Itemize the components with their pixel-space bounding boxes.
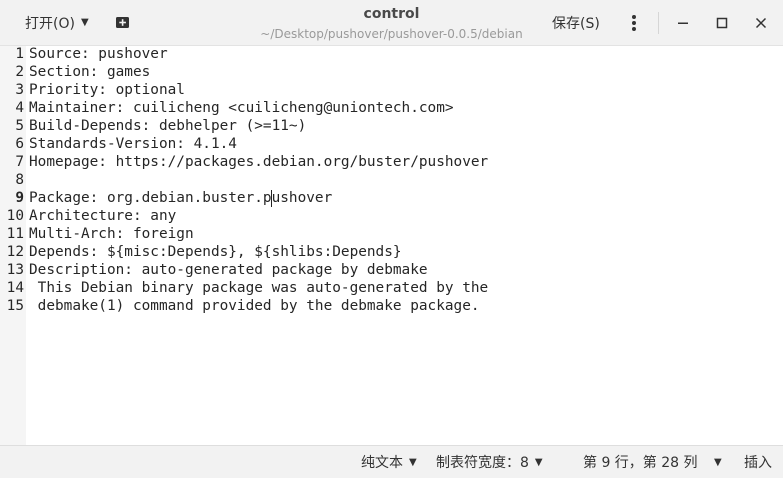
line-number: 3 <box>15 82 24 98</box>
cursor-position-label: 第 9 行，第 28 列 <box>583 455 698 471</box>
line-text[interactable]: Depends: ${misc:Depends}, ${shlibs:Depen… <box>29 243 402 261</box>
line-text[interactable]: Multi-Arch: foreign <box>29 225 194 243</box>
editor-line[interactable]: 6 Standards-Version: 4.1.4 <box>0 135 783 153</box>
line-text[interactable]: Build-Depends: debhelper (>=11~) <box>29 117 306 135</box>
line-text[interactable]: Description: auto-generated package by d… <box>29 261 428 279</box>
line-number: 7 <box>15 154 24 170</box>
open-button[interactable]: 打开(O) ▼ <box>17 8 97 37</box>
header-separator <box>658 12 659 34</box>
editor-line[interactable]: 5 Build-Depends: debhelper (>=11~) <box>0 117 783 135</box>
chevron-down-icon: ▼ <box>714 456 722 468</box>
line-text[interactable]: Homepage: https://packages.debian.org/bu… <box>29 153 488 171</box>
editor-line[interactable]: 11 Multi-Arch: foreign <box>0 225 783 243</box>
editor-line[interactable]: 2 Section: games <box>0 63 783 81</box>
editor-line[interactable]: 12 Depends: ${misc:Depends}, ${shlibs:Dep… <box>0 243 783 261</box>
text-cursor <box>271 190 272 207</box>
minimize-icon <box>678 22 688 24</box>
chevron-down-icon: ▼ <box>80 17 89 28</box>
save-button[interactable]: 保存(S) <box>544 8 608 37</box>
header-bar: 打开(O) ▼ control ~/Desktop/pushover/pusho… <box>0 0 783 46</box>
maximize-button[interactable] <box>707 8 737 37</box>
editor-line[interactable]: 1 Source: pushover <box>0 45 783 63</box>
line-number: 6 <box>15 136 24 152</box>
line-number: 5 <box>15 118 24 134</box>
maximize-icon <box>716 17 728 28</box>
editor-line[interactable]: 4 Maintainer: cuilicheng <cuilicheng@unio… <box>0 99 783 117</box>
position-menu-button[interactable]: ▼ <box>708 446 722 478</box>
line-text[interactable]: debmake(1) command provided by the debma… <box>29 297 480 315</box>
new-document-icon <box>116 16 129 28</box>
line-text[interactable]: Standards-Version: 4.1.4 <box>29 135 237 153</box>
text-editor[interactable]: 1 Source: pushover 2 Section: games 3 Prior… <box>0 46 783 445</box>
line-number-current: 9 <box>15 190 24 206</box>
save-button-label: 保存(S) <box>552 15 600 32</box>
editor-line[interactable]: 8 <box>0 171 783 189</box>
editor-lines[interactable]: 1 Source: pushover 2 Section: games 3 Prior… <box>0 45 783 315</box>
menu-button[interactable] <box>623 8 645 37</box>
line-number: 8 <box>15 172 24 188</box>
line-number: 14 <box>6 280 24 296</box>
language-label: 纯文本 <box>361 455 403 471</box>
editor-line[interactable]: 10 Architecture: any <box>0 207 783 225</box>
line-number: 13 <box>6 262 24 278</box>
more-vertical-icon <box>632 14 636 31</box>
close-icon <box>755 17 767 28</box>
line-text[interactable]: This Debian binary package was auto-gene… <box>29 279 489 297</box>
line-number: 4 <box>15 100 24 116</box>
editor-line[interactable]: 15 debmake(1) command provided by the de… <box>0 297 783 315</box>
new-document-button[interactable] <box>110 8 136 37</box>
minimize-button[interactable] <box>668 8 698 37</box>
editor-line-current[interactable]: 9 Package: org.debian.buster.pushover <box>0 189 783 207</box>
close-button[interactable] <box>746 8 776 37</box>
editor-line[interactable]: 13 Description: auto-generated package by… <box>0 261 783 279</box>
line-number: 1 <box>15 46 24 62</box>
chevron-down-icon: ▼ <box>534 456 543 468</box>
insert-mode-indicator[interactable]: 插入 <box>744 446 772 478</box>
line-text[interactable]: Architecture: any <box>29 207 176 225</box>
line-text[interactable]: Source: pushover <box>29 45 168 63</box>
line-text[interactable]: Maintainer: cuilicheng <cuilicheng@union… <box>29 99 454 117</box>
tab-width-label: 制表符宽度：8 <box>436 455 529 471</box>
cursor-position[interactable]: 第 9 行，第 28 列 <box>583 446 698 478</box>
tab-width-selector[interactable]: 制表符宽度：8 ▼ <box>436 446 543 478</box>
line-text[interactable]: Package: org.debian.buster.pushover <box>29 189 332 207</box>
open-button-label: 打开(O) <box>25 15 75 32</box>
line-text[interactable]: Section: games <box>29 63 150 81</box>
editor-line[interactable]: 14 This Debian binary package was auto-g… <box>0 279 783 297</box>
insert-mode-label: 插入 <box>744 455 772 471</box>
line-number: 11 <box>6 226 24 242</box>
editor-line[interactable]: 3 Priority: optional <box>0 81 783 99</box>
line-text[interactable]: Priority: optional <box>29 81 185 99</box>
line-number: 2 <box>15 64 24 80</box>
editor-line[interactable]: 7 Homepage: https://packages.debian.org/b… <box>0 153 783 171</box>
line-number: 12 <box>6 244 24 260</box>
line-number: 10 <box>6 208 24 224</box>
line-number: 15 <box>6 298 24 314</box>
status-bar: 纯文本 ▼ 制表符宽度：8 ▼ 第 9 行，第 28 列 ▼ 插入 <box>0 445 783 478</box>
chevron-down-icon: ▼ <box>409 456 417 468</box>
language-selector[interactable]: 纯文本 ▼ <box>361 446 417 478</box>
